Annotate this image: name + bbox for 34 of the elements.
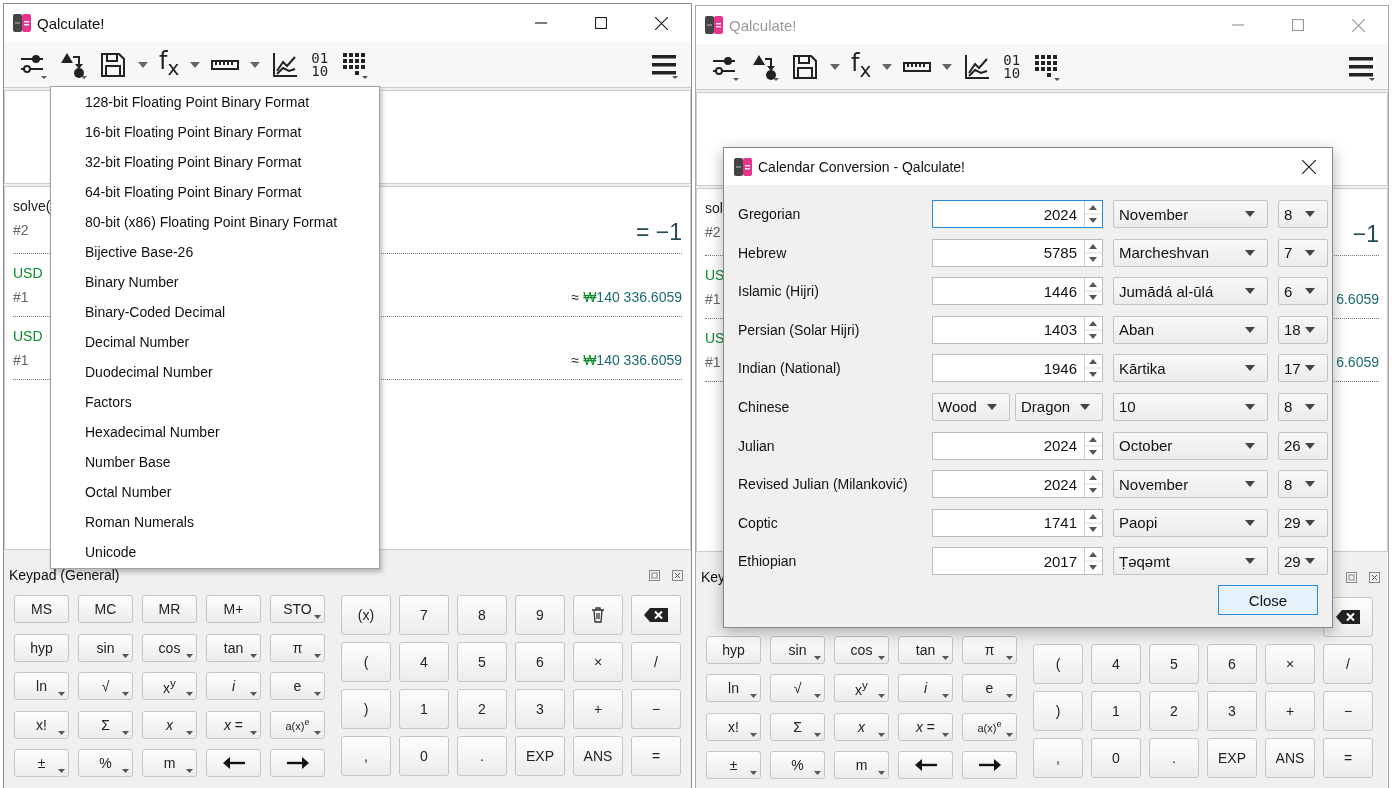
calendar-label: Revised Julian (Milanković) xyxy=(738,476,909,493)
window-title: Qalculate! xyxy=(729,16,797,34)
expression-text: solve( xyxy=(13,198,51,214)
result-index: #1 xyxy=(13,288,29,307)
binary-icon: 01 10 xyxy=(311,51,329,78)
keypad-title: Keypad (General) xyxy=(9,567,120,583)
calendar-label: Chinese xyxy=(738,398,791,415)
expression-text: sol xyxy=(705,200,723,216)
expression-text: USD xyxy=(13,265,43,281)
window-title: Qalculate! xyxy=(37,14,105,32)
calendar-label: Gregorian xyxy=(738,206,802,222)
result-text: 6.6059 xyxy=(1336,353,1379,372)
result-index: #1 xyxy=(13,351,29,370)
expression-text: USD xyxy=(13,328,43,344)
calendar-label: Coptic xyxy=(738,514,779,531)
result-text: ≈ ₩140 336.6059 xyxy=(571,351,682,370)
result-index: #2 xyxy=(13,221,29,240)
result-text: = −1 xyxy=(635,218,682,247)
expression-text: US xyxy=(705,267,725,283)
result-index: #1 xyxy=(705,290,721,309)
dialog-title: Calendar Conversion - Qalculate! xyxy=(758,158,965,175)
calendar-label: Julian xyxy=(738,437,776,454)
result-text: 6.6059 xyxy=(1336,290,1379,309)
result-text: −1 xyxy=(1352,220,1379,249)
result-index: #1 xyxy=(705,353,721,372)
calendar-label: Persian (Solar Hijri) xyxy=(738,321,861,338)
calendar-label: Islamic (Hijri) xyxy=(738,283,820,300)
binary-icon: 01 10 xyxy=(1003,53,1021,80)
result-index: #2 xyxy=(705,223,721,242)
calendar-label: Hebrew xyxy=(738,244,788,261)
result-text: ≈ ₩140 336.6059 xyxy=(571,288,682,307)
calendar-label: Ethiopian xyxy=(738,553,798,570)
expression-text: US xyxy=(705,330,725,346)
calendar-label: Indian (National) xyxy=(738,360,842,377)
